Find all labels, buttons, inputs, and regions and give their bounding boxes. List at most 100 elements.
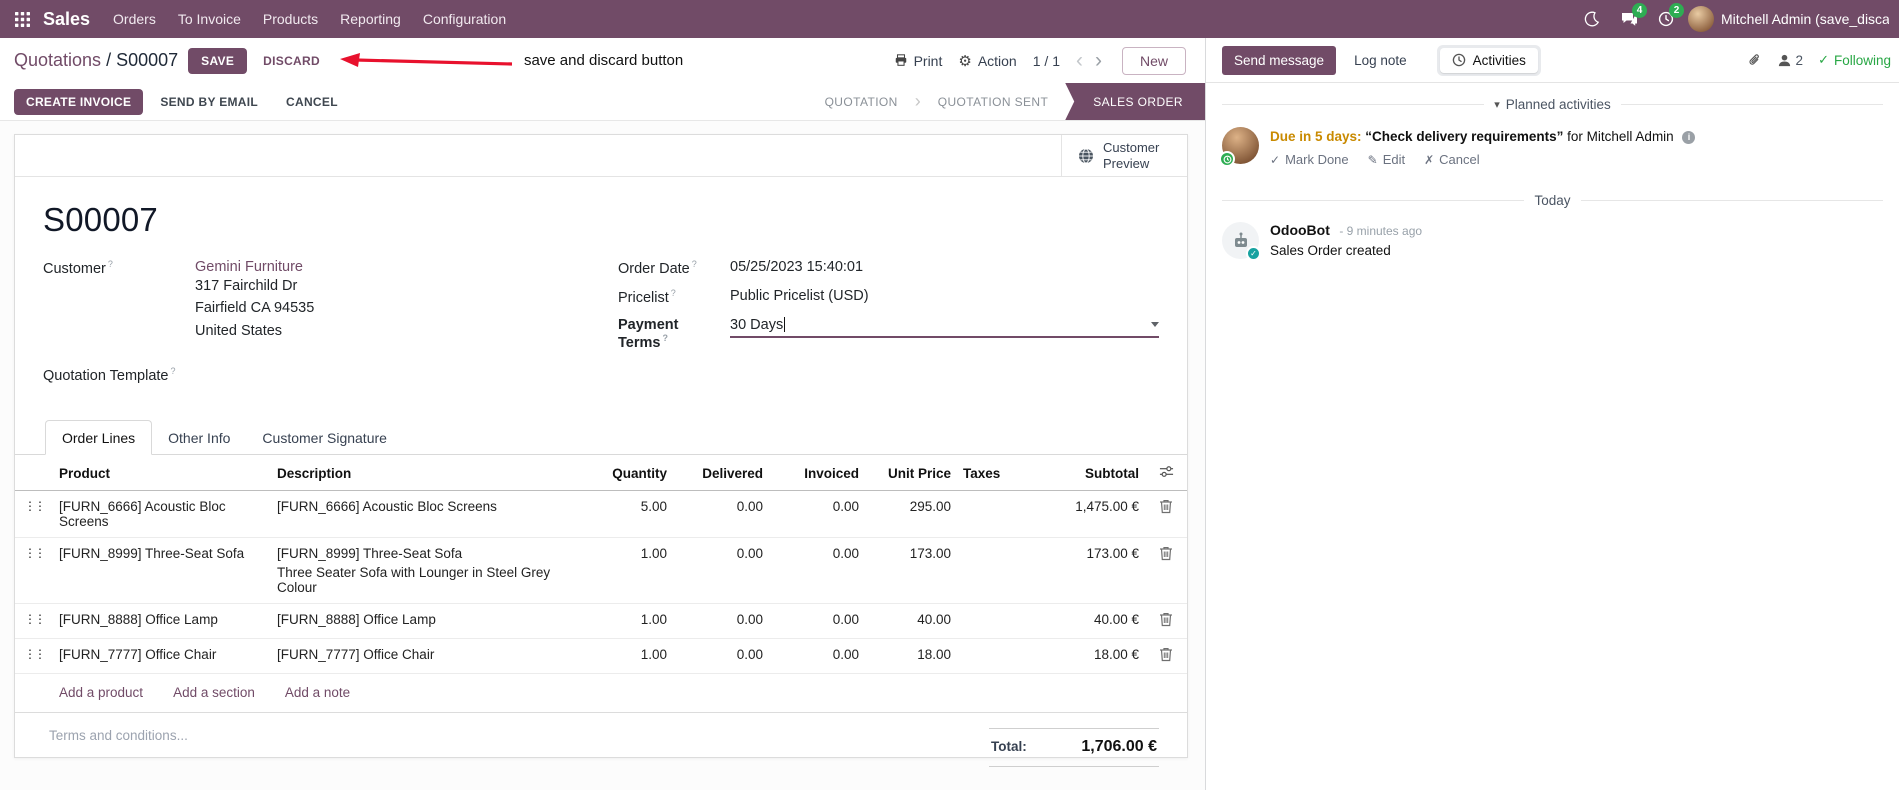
order-line-row[interactable]: ⋮⋮ [FURN_8999] Three-Seat Sofa [FURN_899… — [15, 537, 1187, 605]
new-button[interactable]: New — [1121, 46, 1186, 75]
order-line-row[interactable]: ⋮⋮ [FURN_6666] Acoustic Bloc Screens [FU… — [15, 490, 1187, 539]
activities-clock-icon[interactable]: 2 — [1651, 3, 1684, 34]
menu-products[interactable]: Products — [252, 0, 329, 38]
drag-handle-icon[interactable]: ⋮⋮ — [15, 603, 53, 640]
cell-unit-price[interactable]: 40.00 — [865, 603, 957, 640]
discard-button[interactable]: DISCARD — [257, 48, 326, 74]
delete-line-icon[interactable] — [1145, 490, 1187, 539]
cell-quantity[interactable]: 1.00 — [581, 537, 673, 605]
send-by-email-button[interactable]: SEND BY EMAIL — [149, 89, 269, 115]
drag-handle-icon[interactable]: ⋮⋮ — [15, 490, 53, 539]
cell-invoiced[interactable]: 0.00 — [769, 537, 865, 605]
optional-columns-icon[interactable] — [1145, 455, 1187, 492]
payment-terms-input[interactable]: 30 Days — [730, 317, 1159, 338]
activities-tab[interactable]: Activities — [1439, 47, 1538, 73]
menu-to-invoice[interactable]: To Invoice — [167, 0, 252, 38]
menu-reporting[interactable]: Reporting — [329, 0, 412, 38]
status-quotation[interactable]: QUOTATION — [808, 83, 915, 120]
header-delivered[interactable]: Delivered — [673, 455, 769, 492]
cell-delivered[interactable]: 0.00 — [673, 537, 769, 605]
pager-previous-icon[interactable]: ‹ — [1072, 50, 1087, 71]
add-a-product-link[interactable]: Add a product — [59, 685, 143, 700]
status-quotation-sent[interactable]: QUOTATION SENT — [921, 83, 1066, 120]
customer-preview-button[interactable]: Customer Preview — [1061, 135, 1187, 176]
delete-line-icon[interactable] — [1145, 638, 1187, 675]
cell-taxes[interactable] — [957, 490, 1033, 539]
drag-handle-icon[interactable]: ⋮⋮ — [15, 638, 53, 675]
menu-orders[interactable]: Orders — [102, 0, 167, 38]
cell-quantity[interactable]: 1.00 — [581, 603, 673, 640]
print-button[interactable]: Print — [894, 53, 942, 69]
info-icon[interactable]: i — [1682, 131, 1696, 145]
drag-handle-icon[interactable]: ⋮⋮ — [15, 537, 53, 605]
dropdown-caret-icon[interactable] — [1151, 322, 1159, 328]
user-menu[interactable]: Mitchell Admin (save_discar — [1721, 11, 1889, 27]
delete-line-icon[interactable] — [1145, 603, 1187, 640]
header-subtotal[interactable]: Subtotal — [1033, 455, 1145, 492]
mark-done-button[interactable]: ✓ Mark Done — [1270, 152, 1349, 167]
dark-mode-moon-icon[interactable] — [1577, 4, 1607, 34]
header-invoiced[interactable]: Invoiced — [769, 455, 865, 492]
following-button[interactable]: ✓ Following — [1818, 52, 1891, 68]
tab-customer-signature[interactable]: Customer Signature — [246, 420, 403, 455]
header-unit-price[interactable]: Unit Price — [865, 455, 957, 492]
cancel-activity-button[interactable]: ✗ Cancel — [1424, 152, 1480, 167]
order-line-row[interactable]: ⋮⋮ [FURN_7777] Office Chair [FURN_7777] … — [15, 638, 1187, 675]
cancel-button[interactable]: CANCEL — [275, 89, 349, 115]
delete-line-icon[interactable] — [1145, 537, 1187, 605]
header-taxes[interactable]: Taxes — [957, 455, 1033, 492]
cell-quantity[interactable]: 1.00 — [581, 638, 673, 675]
order-line-row[interactable]: ⋮⋮ [FURN_8888] Office Lamp [FURN_8888] O… — [15, 603, 1187, 640]
pager-next-icon[interactable]: › — [1091, 50, 1106, 71]
add-a-note-link[interactable]: Add a note — [285, 685, 350, 700]
header-description[interactable]: Description — [271, 455, 581, 492]
apps-grid-icon[interactable] — [8, 5, 36, 33]
order-date-value[interactable]: 05/25/2023 15:40:01 — [730, 259, 1159, 275]
create-invoice-button[interactable]: CREATE INVOICE — [14, 88, 144, 115]
send-message-button[interactable]: Send message — [1222, 45, 1337, 75]
cell-product[interactable]: [FURN_8999] Three-Seat Sofa — [53, 537, 271, 605]
cell-product[interactable]: [FURN_6666] Acoustic Bloc Screens — [53, 490, 271, 539]
cell-taxes[interactable] — [957, 638, 1033, 675]
message-author[interactable]: OdooBot — [1270, 222, 1330, 238]
status-sales-order-active[interactable]: SALES ORDER — [1065, 83, 1205, 120]
edit-activity-button[interactable]: ✎ Edit — [1368, 152, 1405, 167]
cell-invoiced[interactable]: 0.00 — [769, 490, 865, 539]
customer-link[interactable]: Gemini Furniture — [195, 259, 303, 275]
cell-unit-price[interactable]: 18.00 — [865, 638, 957, 675]
terms-and-conditions-input[interactable]: Terms and conditions... — [43, 728, 188, 743]
user-avatar[interactable] — [1688, 6, 1714, 32]
cell-product[interactable]: [FURN_7777] Office Chair — [53, 638, 271, 675]
cell-unit-price[interactable]: 295.00 — [865, 490, 957, 539]
pricelist-value[interactable]: Public Pricelist (USD) — [730, 288, 1159, 304]
followers-button[interactable]: 2 — [1777, 53, 1803, 68]
save-button[interactable]: SAVE — [188, 47, 248, 74]
cell-unit-price[interactable]: 173.00 — [865, 537, 957, 605]
cell-delivered[interactable]: 0.00 — [673, 603, 769, 640]
messages-icon[interactable]: 4 — [1614, 3, 1647, 34]
action-button[interactable]: ⚙ Action — [958, 52, 1016, 70]
breadcrumb-quotations[interactable]: Quotations — [14, 50, 101, 70]
cell-description[interactable]: [FURN_7777] Office Chair — [271, 638, 581, 675]
cell-invoiced[interactable]: 0.00 — [769, 603, 865, 640]
log-note-button[interactable]: Log note — [1344, 46, 1417, 75]
cell-invoiced[interactable]: 0.00 — [769, 638, 865, 675]
planned-activities-toggle[interactable]: ▾ Planned activities — [1494, 97, 1611, 112]
header-product[interactable]: Product — [53, 455, 271, 492]
cell-delivered[interactable]: 0.00 — [673, 638, 769, 675]
tab-order-lines[interactable]: Order Lines — [45, 420, 153, 456]
header-quantity[interactable]: Quantity — [581, 455, 673, 492]
attachment-paperclip-icon[interactable] — [1747, 52, 1762, 68]
tab-other-info[interactable]: Other Info — [152, 420, 246, 455]
add-a-section-link[interactable]: Add a section — [173, 685, 255, 700]
cell-quantity[interactable]: 5.00 — [581, 490, 673, 539]
cell-taxes[interactable] — [957, 603, 1033, 640]
cell-product[interactable]: [FURN_8888] Office Lamp — [53, 603, 271, 640]
cell-description[interactable]: [FURN_8999] Three-Seat Sofa Three Seater… — [271, 537, 581, 605]
app-name[interactable]: Sales — [43, 9, 90, 30]
cell-description[interactable]: [FURN_6666] Acoustic Bloc Screens — [271, 490, 581, 539]
cell-description[interactable]: [FURN_8888] Office Lamp — [271, 603, 581, 640]
cell-delivered[interactable]: 0.00 — [673, 490, 769, 539]
menu-configuration[interactable]: Configuration — [412, 0, 517, 38]
cell-taxes[interactable] — [957, 537, 1033, 605]
